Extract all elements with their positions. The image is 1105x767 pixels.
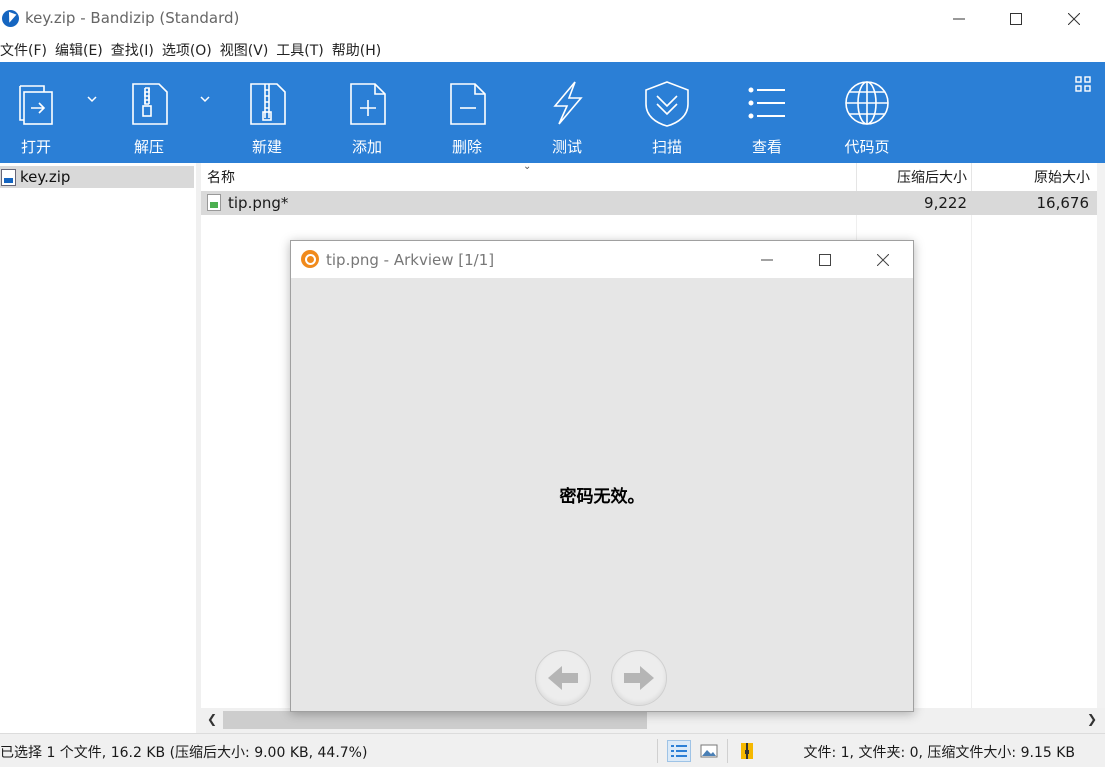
add-file-icon <box>345 78 389 128</box>
column-divider <box>971 191 972 708</box>
column-header-original-size[interactable]: 原始大小 <box>971 163 1093 191</box>
scroll-right-icon[interactable]: ❯ <box>1087 712 1097 726</box>
menu-tools[interactable]: 工具(T) <box>276 40 329 60</box>
list-view-icon <box>745 78 789 128</box>
list-right-edge <box>1097 163 1105 708</box>
image-view-icon <box>700 744 718 758</box>
toolbar-delete-button[interactable]: 删除 <box>445 62 489 163</box>
scroll-thumb[interactable] <box>223 711 647 729</box>
file-original-size: 16,676 <box>1036 194 1090 212</box>
bandizip-logo-icon <box>2 10 19 27</box>
toolbar-extract-label: 解压 <box>133 138 164 156</box>
toolbar-new-button[interactable]: 新建 <box>245 62 289 163</box>
selection-status: 已选择 1 个文件, 16.2 KB (压缩后大小: 9.00 KB, 44.7… <box>0 745 368 761</box>
close-icon <box>877 253 889 266</box>
maximize-icon <box>819 253 831 266</box>
maximize-icon <box>1010 13 1022 25</box>
toolbar-view-label: 查看 <box>751 138 782 156</box>
toolbar-test-button[interactable]: 测试 <box>545 62 589 163</box>
toolbar-codepage-button[interactable]: 代码页 <box>840 62 894 163</box>
toolbar-scan-label: 扫描 <box>651 138 682 156</box>
file-name: tip.png* <box>228 194 289 212</box>
globe-icon <box>840 78 894 128</box>
arkview-window: tip.png - Arkview [1/1] 密码无效。 <box>290 240 914 712</box>
extract-icon <box>127 78 171 128</box>
toolbar-extract-button[interactable]: 解压 <box>127 62 171 163</box>
toolbar-test-label: 测试 <box>551 138 582 156</box>
minimize-icon <box>953 18 965 20</box>
zip-file-icon <box>1 168 16 186</box>
arkview-title: tip.png - Arkview [1/1] <box>326 251 495 269</box>
arrow-left-icon <box>548 666 578 690</box>
delete-file-icon <box>445 78 489 128</box>
details-view-button[interactable] <box>667 740 691 762</box>
maximize-button[interactable] <box>987 0 1045 38</box>
menu-options[interactable]: 选项(O) <box>162 40 218 60</box>
table-row[interactable]: tip.png* 9,222 16,676 <box>201 191 1097 215</box>
column-header-compressed-size[interactable]: 压缩后大小 <box>856 163 971 191</box>
toolbar-new-label: 新建 <box>251 138 282 156</box>
archive-status: 文件: 1, 文件夹: 0, 压缩文件大小: 9.15 KB <box>803 745 1075 761</box>
layout-grid-icon[interactable] <box>1075 76 1091 92</box>
arkview-title-bar: tip.png - Arkview [1/1] <box>291 241 913 278</box>
extract-dropdown-chevron-icon[interactable] <box>199 94 211 104</box>
zip-folder-icon <box>741 743 753 759</box>
status-divider <box>657 739 658 763</box>
invalid-password-message: 密码无效。 <box>559 487 645 507</box>
new-archive-icon <box>245 78 289 128</box>
toolbar: 打开 解压 新建 添加 删除 测试 扫描 查看 代码页 <box>0 62 1105 163</box>
minimize-icon <box>761 259 773 260</box>
menu-help[interactable]: 帮助(H) <box>332 40 387 60</box>
thumbnail-view-button[interactable] <box>697 740 721 762</box>
sort-chevron-icon: ⌄ <box>523 161 532 172</box>
next-image-button[interactable] <box>611 650 667 706</box>
open-dropdown-chevron-icon[interactable] <box>86 94 98 104</box>
image-file-icon <box>207 194 221 211</box>
toolbar-delete-label: 删除 <box>451 138 482 156</box>
toolbar-scan-button[interactable]: 扫描 <box>640 62 694 163</box>
tree-item-key-zip[interactable]: key.zip <box>0 166 194 188</box>
details-view-icon <box>671 745 687 757</box>
status-bar: 已选择 1 个文件, 16.2 KB (压缩后大小: 9.00 KB, 44.7… <box>0 733 1105 767</box>
previous-image-button[interactable] <box>535 650 591 706</box>
lightning-icon <box>545 78 589 128</box>
archive-tree: key.zip <box>0 163 196 733</box>
scroll-left-icon[interactable]: ❮ <box>207 712 217 726</box>
toolbar-add-label: 添加 <box>351 138 382 156</box>
file-list-header: 名称 ⌄ 压缩后大小 原始大小 <box>201 161 1105 191</box>
open-icon <box>14 78 58 128</box>
arrow-right-icon <box>624 666 654 690</box>
toolbar-add-button[interactable]: 添加 <box>345 62 389 163</box>
close-button[interactable] <box>1045 0 1103 38</box>
arkview-logo-icon <box>301 250 319 268</box>
archive-info-button[interactable] <box>735 740 759 762</box>
file-compressed-size: 9,222 <box>924 194 967 212</box>
toolbar-open-button[interactable]: 打开 <box>14 62 58 163</box>
tree-item-label: key.zip <box>20 168 71 186</box>
menu-file[interactable]: 文件(F) <box>0 40 53 60</box>
toolbar-view-button[interactable]: 查看 <box>745 62 789 163</box>
bandizip-window: key.zip - Bandizip (Standard) 文件(F) 编辑(E… <box>0 0 1105 767</box>
toolbar-open-label: 打开 <box>20 138 51 156</box>
column-header-name[interactable]: 名称 <box>207 163 235 191</box>
arkview-close-button[interactable] <box>854 241 912 278</box>
close-icon <box>1068 13 1080 25</box>
minimize-button[interactable] <box>930 0 988 38</box>
menu-view[interactable]: 视图(V) <box>220 40 275 60</box>
menu-bar: 文件(F) 编辑(E) 查找(I) 选项(O) 视图(V) 工具(T) 帮助(H… <box>0 38 1105 62</box>
menu-edit[interactable]: 编辑(E) <box>55 40 109 60</box>
shield-icon <box>640 78 694 128</box>
title-bar: key.zip - Bandizip (Standard) <box>0 0 1105 38</box>
arkview-maximize-button[interactable] <box>796 241 854 278</box>
status-divider <box>727 739 728 763</box>
window-title: key.zip - Bandizip (Standard) <box>25 9 240 27</box>
menu-find[interactable]: 查找(I) <box>111 40 160 60</box>
toolbar-codepage-label: 代码页 <box>844 138 890 156</box>
arkview-minimize-button[interactable] <box>738 241 796 278</box>
